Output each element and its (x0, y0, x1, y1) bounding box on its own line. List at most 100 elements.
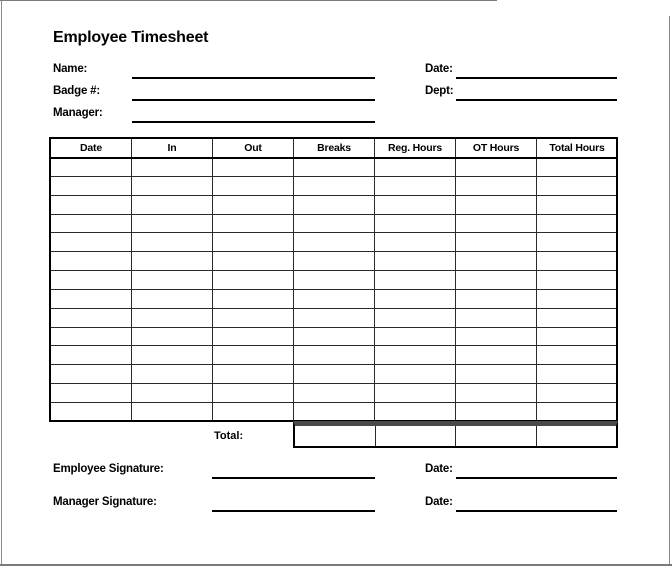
cell-in[interactable] (131, 232, 213, 253)
cell-ot-hours[interactable] (455, 270, 537, 290)
cell-total-hours[interactable] (536, 288, 618, 309)
cell-in[interactable] (131, 251, 213, 272)
cell-total-hours[interactable] (536, 251, 618, 272)
cell-breaks[interactable] (293, 213, 375, 234)
cell-ot-hours[interactable] (455, 383, 537, 403)
cell-out[interactable] (212, 307, 294, 328)
cell-in[interactable] (131, 345, 213, 366)
date-field[interactable] (456, 77, 617, 79)
cell-ot-hours[interactable] (455, 401, 537, 422)
cell-breaks[interactable] (293, 364, 375, 385)
cell-date[interactable] (50, 364, 132, 385)
cell-out[interactable] (212, 194, 294, 215)
cell-in[interactable] (131, 213, 213, 234)
cell-breaks[interactable] (293, 251, 375, 272)
cell-breaks[interactable] (293, 307, 375, 328)
cell-ot-hours[interactable] (455, 194, 537, 215)
cell-total-hours[interactable] (536, 270, 618, 290)
cell-reg-hours[interactable] (374, 157, 456, 177)
cell-date[interactable] (50, 288, 132, 309)
cell-ot-hours[interactable] (455, 232, 537, 253)
cell-breaks[interactable] (293, 345, 375, 366)
cell-ot-hours[interactable] (455, 326, 537, 347)
cell-total-hours[interactable] (536, 157, 618, 177)
cell-reg-hours[interactable] (374, 232, 456, 253)
cell-reg-hours[interactable] (374, 345, 456, 366)
cell-date[interactable] (50, 270, 132, 290)
cell-total-hours[interactable] (536, 232, 618, 253)
cell-breaks[interactable] (293, 383, 375, 403)
cell-in[interactable] (131, 364, 213, 385)
cell-out[interactable] (212, 232, 294, 253)
cell-reg-hours[interactable] (374, 175, 456, 196)
cell-total-hours[interactable] (536, 364, 618, 385)
cell-out[interactable] (212, 251, 294, 272)
cell-total-hours[interactable] (536, 345, 618, 366)
cell-total-hours[interactable] (536, 401, 618, 422)
cell-in[interactable] (131, 383, 213, 403)
employee-signature-field[interactable] (212, 477, 375, 479)
employee-signature-date-field[interactable] (456, 477, 617, 479)
total-total-hours-cell[interactable] (537, 426, 617, 446)
cell-date[interactable] (50, 383, 132, 403)
cell-out[interactable] (212, 175, 294, 196)
total-ot-hours-cell[interactable] (456, 426, 537, 446)
cell-ot-hours[interactable] (455, 175, 537, 196)
cell-breaks[interactable] (293, 288, 375, 309)
cell-breaks[interactable] (293, 175, 375, 196)
cell-total-hours[interactable] (536, 194, 618, 215)
cell-out[interactable] (212, 288, 294, 309)
cell-reg-hours[interactable] (374, 288, 456, 309)
cell-reg-hours[interactable] (374, 326, 456, 347)
cell-date[interactable] (50, 157, 132, 177)
total-breaks-cell[interactable] (295, 426, 376, 446)
cell-total-hours[interactable] (536, 213, 618, 234)
cell-breaks[interactable] (293, 157, 375, 177)
cell-out[interactable] (212, 401, 294, 422)
total-reg-hours-cell[interactable] (376, 426, 456, 446)
cell-in[interactable] (131, 401, 213, 422)
cell-reg-hours[interactable] (374, 270, 456, 290)
cell-out[interactable] (212, 270, 294, 290)
cell-out[interactable] (212, 157, 294, 177)
cell-total-hours[interactable] (536, 307, 618, 328)
cell-reg-hours[interactable] (374, 364, 456, 385)
cell-date[interactable] (50, 307, 132, 328)
cell-total-hours[interactable] (536, 326, 618, 347)
cell-out[interactable] (212, 213, 294, 234)
cell-date[interactable] (50, 251, 132, 272)
cell-date[interactable] (50, 345, 132, 366)
cell-ot-hours[interactable] (455, 157, 537, 177)
cell-date[interactable] (50, 401, 132, 422)
cell-ot-hours[interactable] (455, 288, 537, 309)
badge-field[interactable] (132, 99, 375, 101)
cell-date[interactable] (50, 213, 132, 234)
dept-field[interactable] (456, 99, 617, 101)
cell-ot-hours[interactable] (455, 364, 537, 385)
cell-date[interactable] (50, 194, 132, 215)
cell-out[interactable] (212, 383, 294, 403)
cell-ot-hours[interactable] (455, 251, 537, 272)
manager-field[interactable] (132, 121, 375, 123)
manager-signature-date-field[interactable] (456, 510, 617, 512)
cell-reg-hours[interactable] (374, 307, 456, 328)
cell-ot-hours[interactable] (455, 307, 537, 328)
cell-in[interactable] (131, 194, 213, 215)
cell-out[interactable] (212, 326, 294, 347)
cell-breaks[interactable] (293, 401, 375, 422)
cell-reg-hours[interactable] (374, 401, 456, 422)
manager-signature-field[interactable] (212, 510, 375, 512)
cell-breaks[interactable] (293, 270, 375, 290)
cell-date[interactable] (50, 326, 132, 347)
cell-date[interactable] (50, 175, 132, 196)
cell-out[interactable] (212, 364, 294, 385)
cell-out[interactable] (212, 345, 294, 366)
name-field[interactable] (132, 77, 375, 79)
cell-ot-hours[interactable] (455, 213, 537, 234)
cell-in[interactable] (131, 175, 213, 196)
cell-in[interactable] (131, 157, 213, 177)
cell-in[interactable] (131, 288, 213, 309)
cell-breaks[interactable] (293, 326, 375, 347)
cell-ot-hours[interactable] (455, 345, 537, 366)
cell-breaks[interactable] (293, 194, 375, 215)
